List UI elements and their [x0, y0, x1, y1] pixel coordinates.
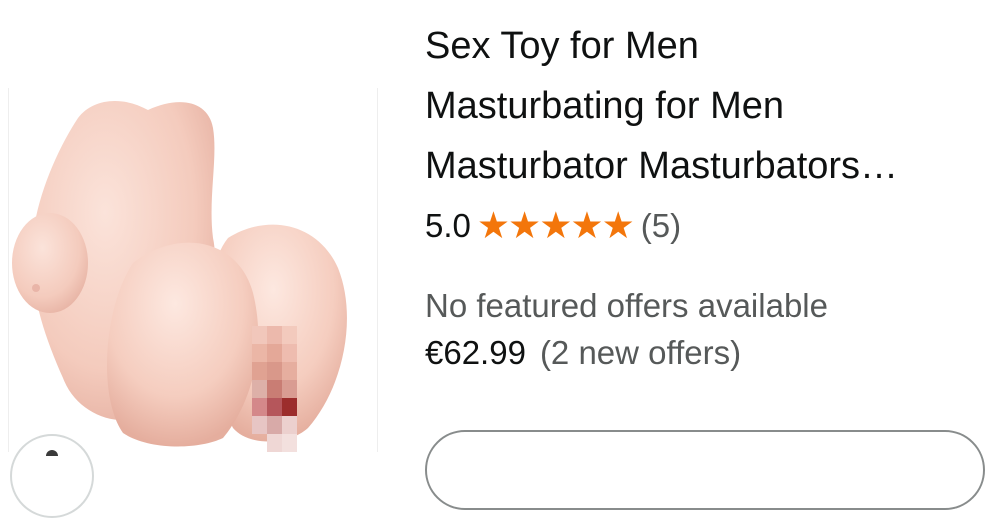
- product-title[interactable]: Sex Toy for Men Masturbating for Men Mas…: [425, 16, 970, 196]
- rating-row[interactable]: 5.0 ★ ★ ★ ★ ★ (5): [425, 204, 681, 248]
- review-count[interactable]: (5): [641, 207, 681, 245]
- star-icon: ★: [476, 205, 511, 246]
- action-button[interactable]: [425, 430, 985, 510]
- product-title-line[interactable]: Masturbator Masturbators…: [425, 136, 970, 196]
- product-card[interactable]: Sex Toy for Men Masturbating for Men Mas…: [0, 0, 987, 518]
- star-rating[interactable]: ★ ★ ★ ★ ★: [476, 205, 635, 246]
- product-title-line[interactable]: Masturbating for Men: [425, 76, 970, 136]
- star-icon: ★: [601, 205, 635, 246]
- price-row[interactable]: €62.99 (2 new offers): [425, 334, 741, 372]
- image-action-button[interactable]: [10, 434, 94, 518]
- product-image[interactable]: [8, 88, 376, 452]
- offers-link[interactable]: (2 new offers): [540, 334, 741, 372]
- rating-value: 5.0: [425, 207, 471, 244]
- star-icon: ★: [508, 205, 542, 246]
- price: €62.99: [425, 334, 526, 371]
- offer-status: No featured offers available: [425, 287, 828, 324]
- pixelation-block: [252, 326, 297, 452]
- star-icon: ★: [539, 205, 573, 246]
- product-title-line[interactable]: Sex Toy for Men: [425, 16, 970, 76]
- button-icon: [46, 450, 58, 456]
- product-image-panel[interactable]: [0, 0, 392, 518]
- star-icon: ★: [570, 205, 604, 246]
